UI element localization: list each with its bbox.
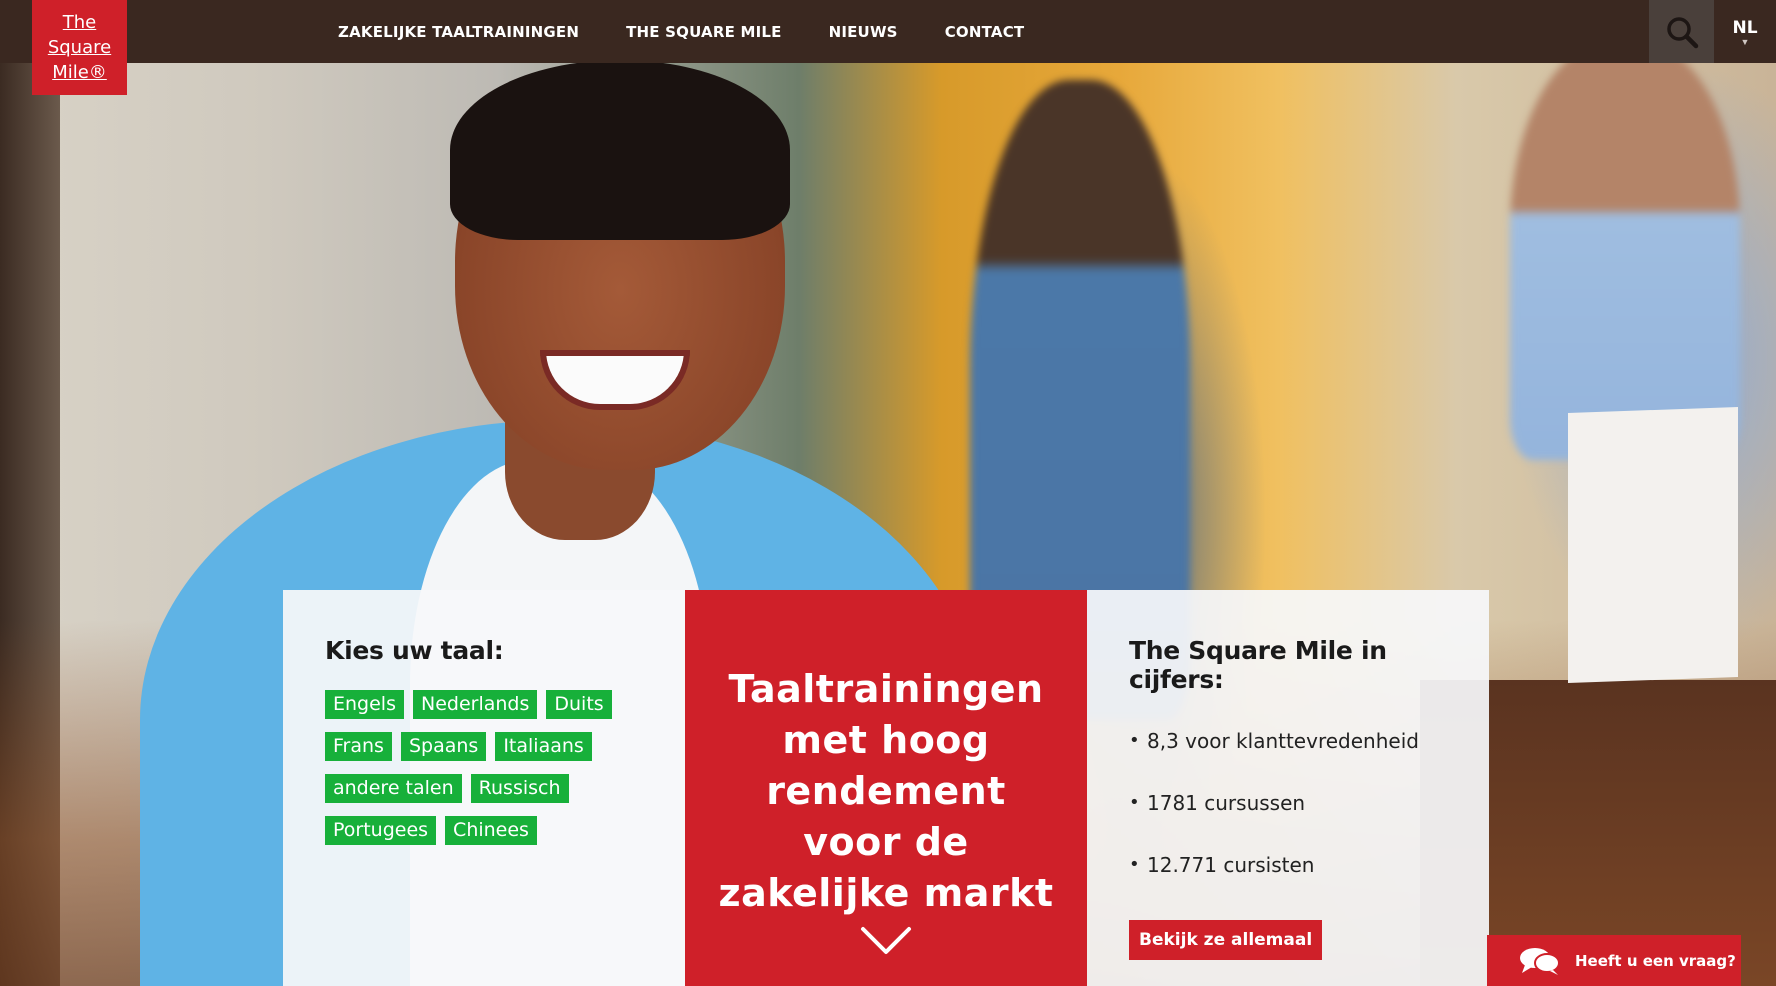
language-selector[interactable]: NL ▼ <box>1714 0 1776 63</box>
nav-contact[interactable]: CONTACT <box>945 23 1025 41</box>
language-tag-italiaans[interactable]: Italiaans <box>495 732 592 761</box>
view-all-button[interactable]: Bekijk ze allemaal <box>1129 920 1323 960</box>
language-panel-title: Kies uw taal: <box>325 636 504 665</box>
search-icon <box>1666 16 1698 48</box>
language-tag-duits[interactable]: Duits <box>546 690 612 719</box>
main-nav: ZAKELIJKE TAALTRAININGEN THE SQUARE MILE… <box>338 0 1024 63</box>
stats-panel: The Square Mile in cijfers: 8,3 voor kla… <box>1087 590 1489 986</box>
nav-nieuws[interactable]: NIEUWS <box>829 23 898 41</box>
chevron-down-icon[interactable] <box>860 926 912 956</box>
smiling-woman-hair <box>450 60 790 240</box>
language-tag-andere-talen[interactable]: andere talen <box>325 774 462 803</box>
background-man <box>1510 40 1740 460</box>
language-tag-russisch[interactable]: Russisch <box>470 774 569 803</box>
background-sign <box>1568 407 1738 683</box>
chat-bubbles-icon <box>1520 947 1560 975</box>
language-tag-list: Engels Nederlands Duits Frans Spaans Ita… <box>325 690 645 845</box>
search-button[interactable] <box>1649 0 1714 63</box>
stats-item: 1781 cursussen <box>1129 788 1447 850</box>
language-tag-chinees[interactable]: Chinees <box>445 816 537 845</box>
caret-down-icon: ▼ <box>1740 36 1750 47</box>
stats-panel-title: The Square Mile in cijfers: <box>1129 636 1387 694</box>
language-tag-spaans[interactable]: Spaans <box>400 732 487 761</box>
nav-zakelijke-taaltrainingen[interactable]: ZAKELIJKE TAALTRAININGEN <box>338 23 579 41</box>
top-navigation-bar: ZAKELIJKE TAALTRAININGEN THE SQUARE MILE… <box>0 0 1776 63</box>
language-tag-frans[interactable]: Frans <box>325 732 392 761</box>
logo-text: The Square Mile® <box>47 12 112 83</box>
language-panel: Kies uw taal: Engels Nederlands Duits Fr… <box>283 590 685 986</box>
language-label: NL <box>1732 17 1758 38</box>
language-tag-engels[interactable]: Engels <box>325 690 404 719</box>
stats-list: 8,3 voor klanttevredenheid 1781 cursusse… <box>1129 726 1447 912</box>
language-tag-nederlands[interactable]: Nederlands <box>412 690 538 719</box>
stats-item: 12.771 cursisten <box>1129 850 1447 912</box>
chat-button[interactable]: Heeft u een vraag? <box>1487 935 1741 986</box>
hero-headline: Taaltrainingen met hoog rendement voor d… <box>718 667 1054 915</box>
nav-the-square-mile[interactable]: THE SQUARE MILE <box>626 23 781 41</box>
stats-item: 8,3 voor klanttevredenheid <box>1129 726 1447 788</box>
logo[interactable]: The Square Mile® <box>32 0 127 95</box>
headline-panel: Taaltrainingen met hoog rendement voor d… <box>685 590 1087 986</box>
chat-label: Heeft u een vraag? <box>1575 951 1736 970</box>
language-tag-portugees[interactable]: Portugees <box>325 816 437 845</box>
